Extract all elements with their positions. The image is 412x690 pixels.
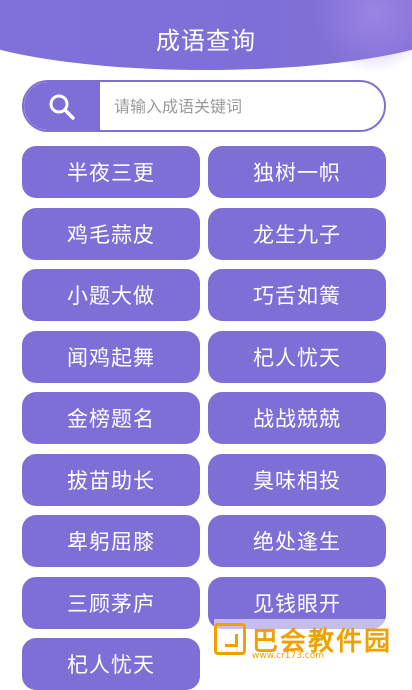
idiom-button[interactable]: 龙生九子 (208, 208, 386, 260)
watermark-logo-icon (214, 623, 246, 655)
idiom-button[interactable]: 独树一帜 (208, 146, 386, 198)
idiom-button[interactable]: 三顾茅庐 (22, 577, 200, 629)
search-bar (22, 80, 386, 132)
idiom-button[interactable]: 金榜题名 (22, 392, 200, 444)
header: 成语查询 (0, 0, 412, 78)
idiom-button[interactable]: 闻鸡起舞 (22, 331, 200, 383)
idiom-button[interactable]: 杞人忧天 (22, 638, 200, 690)
search-button[interactable] (24, 82, 100, 130)
search-icon (49, 94, 75, 120)
watermark-url: www.cr173.com (252, 651, 325, 661)
watermark: 巴会教件园 www.cr173.com (214, 619, 412, 665)
idiom-button[interactable]: 半夜三更 (22, 146, 200, 198)
idiom-button[interactable]: 杞人忧天 (208, 331, 386, 383)
idiom-button[interactable]: 绝处逢生 (208, 515, 386, 567)
page-title: 成语查询 (156, 27, 256, 55)
idiom-button[interactable]: 小题大做 (22, 269, 200, 321)
idiom-button[interactable]: 卑躬屈膝 (22, 515, 200, 567)
search-input[interactable] (110, 82, 378, 130)
idiom-button[interactable]: 战战兢兢 (208, 392, 386, 444)
idiom-button[interactable]: 臭味相投 (208, 454, 386, 506)
idiom-button[interactable]: 拔苗助长 (22, 454, 200, 506)
idiom-button[interactable]: 巧舌如簧 (208, 269, 386, 321)
idiom-button[interactable]: 鸡毛蒜皮 (22, 208, 200, 260)
